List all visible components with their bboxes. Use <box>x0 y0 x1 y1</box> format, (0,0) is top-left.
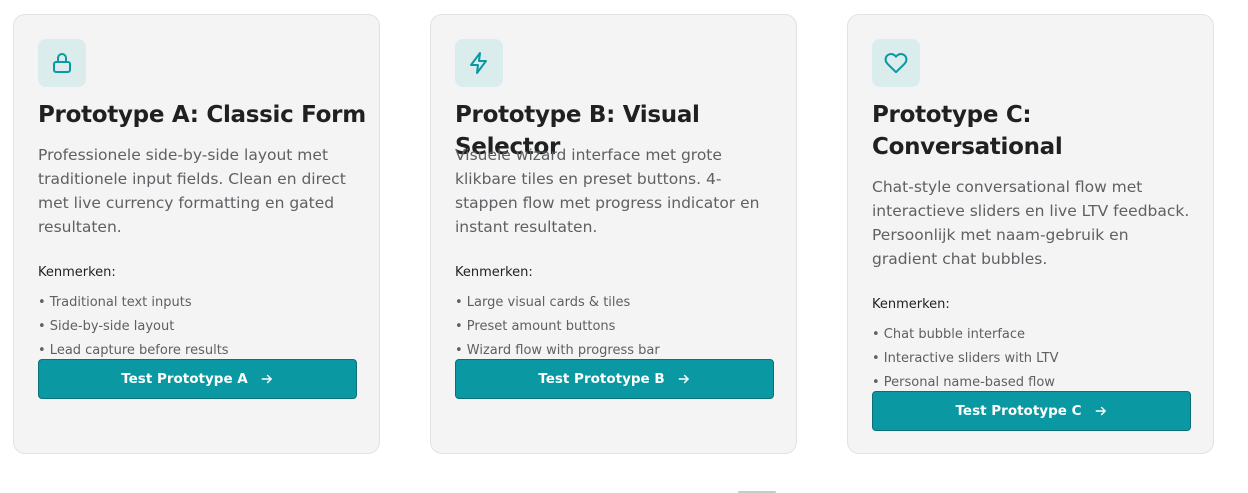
features-list: • Large visual cards & tiles • Preset am… <box>455 291 660 363</box>
features-label: Kenmerken: <box>38 265 116 280</box>
card-description: Chat-style conversational flow met inter… <box>872 178 1190 268</box>
test-prototype-b-button[interactable]: Test Prototype B <box>455 359 774 399</box>
features-label: Kenmerken: <box>872 297 950 312</box>
card-title: Prototype C: Conversational <box>872 102 1063 160</box>
button-label: Test Prototype A <box>121 371 248 387</box>
lock-icon <box>38 39 86 87</box>
features-label: Kenmerken: <box>455 265 533 280</box>
prototype-card-b: Prototype B: Visual Selector Visuele wiz… <box>430 14 797 454</box>
test-prototype-c-button[interactable]: Test Prototype C <box>872 391 1191 431</box>
list-item: • Side-by-side layout <box>38 319 175 334</box>
arrow-right-icon <box>678 374 689 384</box>
list-item: • Traditional text inputs <box>38 295 192 310</box>
features-list: • Chat bubble interface • Interactive sl… <box>872 323 1058 395</box>
arrow-right-icon <box>1095 406 1106 416</box>
list-item: • Chat bubble interface <box>872 327 1026 342</box>
prototype-card-c: Prototype C: Conversational Chat-style c… <box>847 14 1214 454</box>
features-list: • Traditional text inputs • Side-by-side… <box>38 291 229 363</box>
button-label: Test Prototype C <box>955 403 1082 419</box>
lightning-icon <box>455 39 503 87</box>
list-item: • Interactive sliders with LTV <box>872 351 1059 366</box>
card-description: Professionele side-by-side layout met tr… <box>38 146 346 236</box>
list-item: • Preset amount buttons <box>455 319 616 334</box>
list-item: • Large visual cards & tiles <box>455 295 631 310</box>
test-prototype-a-button[interactable]: Test Prototype A <box>38 359 357 399</box>
arrow-right-icon <box>261 374 272 384</box>
heart-icon <box>872 39 920 87</box>
button-label: Test Prototype B <box>538 371 665 387</box>
card-description: Visuele wizard interface met grote klikb… <box>455 146 760 236</box>
card-title: Prototype A: Classic Form <box>38 102 366 128</box>
prototype-card-a: Prototype A: Classic Form Professionele … <box>13 14 380 454</box>
